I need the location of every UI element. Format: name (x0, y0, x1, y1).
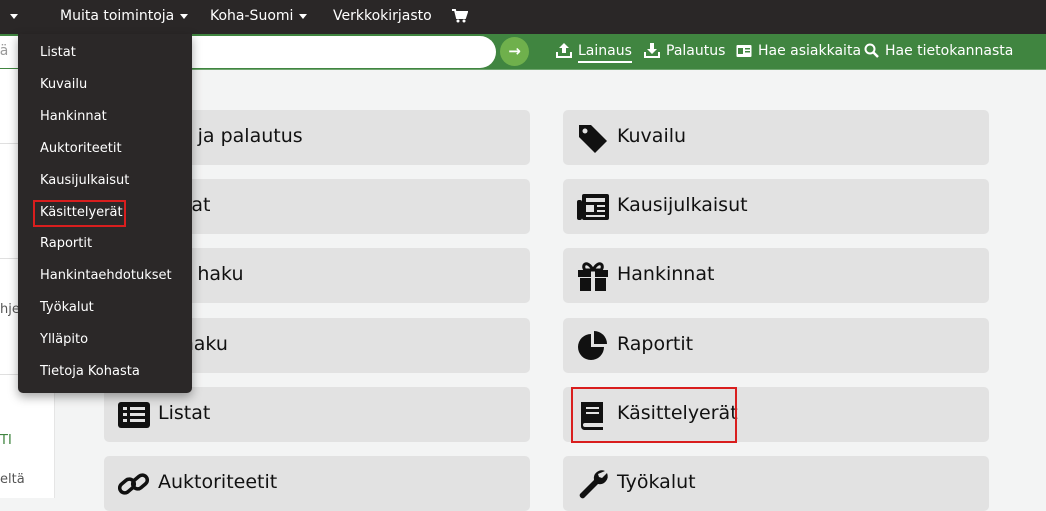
chevron-down-icon (299, 13, 308, 19)
tile-cataloging[interactable]: Kuvailu (563, 110, 989, 165)
tile-serials[interactable]: Kausijulkaisut (563, 179, 989, 234)
shopping-cart-icon (452, 9, 469, 23)
tile-label: Työkalut (617, 471, 696, 493)
checkin-label: Palautus (666, 43, 726, 59)
patron-search-link[interactable]: Hae asiakkaita (736, 34, 861, 69)
nav-koha-suomi-label: Koha-Suomi (210, 8, 294, 24)
highlight-box (33, 200, 126, 227)
side-text-fragment: hje (0, 302, 20, 317)
menu-item-cataloging[interactable]: Kuvailu (40, 77, 87, 92)
nav-koha-suomi[interactable]: Koha-Suomi (210, 0, 308, 34)
menu-item-lists[interactable]: Listat (40, 45, 76, 60)
wrench-icon (579, 470, 608, 499)
checkout-link[interactable]: Lainaus (556, 34, 632, 69)
menu-item-administration[interactable]: Ylläpito (40, 332, 88, 347)
checkin-link[interactable]: Palautus (644, 34, 725, 69)
nav-more-menu[interactable]: Muita toimintoja (60, 0, 189, 34)
top-navbar: Muita toimintoja Koha-Suomi Verkkokirjas… (0, 0, 1046, 34)
tile-lists[interactable]: Listat (104, 387, 530, 442)
patron-search-label: Hae asiakkaita (758, 43, 862, 59)
search-icon (864, 43, 879, 58)
tile-authorities[interactable]: Auktoriteetit (104, 456, 530, 511)
tile-label: Hankinnat (617, 263, 715, 285)
id-card-icon (736, 45, 752, 57)
menu-item-authorities[interactable]: Auktoriteetit (40, 141, 122, 156)
menu-item-about-koha[interactable]: Tietoja Kohasta (40, 364, 140, 379)
side-text-fragment: eltä (0, 472, 25, 487)
arrow-right-icon: → (508, 42, 521, 60)
tile-reports[interactable]: Raportit (563, 318, 989, 373)
catalog-search-label: Hae tietokannasta (885, 43, 1014, 59)
nav-more-label: Muita toimintoja (60, 8, 175, 24)
side-link-fragment[interactable]: TI (0, 433, 12, 448)
tile-label: Auktoriteetit (158, 471, 278, 493)
upload-icon (556, 43, 572, 58)
tile-label: Raportit (617, 333, 694, 355)
tile-acquisitions[interactable]: Hankinnat (563, 248, 989, 303)
tile-label: Kuvailu (617, 125, 687, 147)
link-icon (118, 473, 150, 495)
collapsed-menu-caret[interactable] (10, 0, 18, 34)
highlight-box (571, 387, 737, 443)
menu-item-suggestions[interactable]: Hankintaehdotukset (40, 268, 172, 283)
nav-opac-label: Verkkokirjasto (333, 8, 432, 24)
nav-opac-link[interactable]: Verkkokirjasto (333, 0, 432, 34)
chevron-down-icon (180, 13, 189, 19)
tile-label: Kausijulkaisut (617, 194, 748, 216)
pie-chart-icon (578, 331, 607, 360)
checkout-label: Lainaus (578, 43, 632, 63)
menu-item-tools[interactable]: Työkalut (40, 300, 94, 315)
tile-label: Listat (158, 402, 211, 424)
search-placeholder: stä (0, 43, 9, 59)
gift-icon (578, 262, 608, 291)
menu-item-reports[interactable]: Raportit (40, 236, 92, 251)
menu-item-serials[interactable]: Kausijulkaisut (40, 173, 129, 188)
tile-tools[interactable]: Työkalut (563, 456, 989, 511)
download-icon (644, 43, 660, 58)
cart-button[interactable] (452, 0, 469, 34)
search-submit-button[interactable]: → (500, 37, 529, 66)
menu-item-acquisitions[interactable]: Hankinnat (40, 109, 107, 124)
tag-icon (579, 125, 607, 153)
catalog-search-link[interactable]: Hae tietokannasta (864, 34, 1013, 69)
newspaper-icon (577, 194, 609, 220)
list-icon (118, 402, 150, 428)
